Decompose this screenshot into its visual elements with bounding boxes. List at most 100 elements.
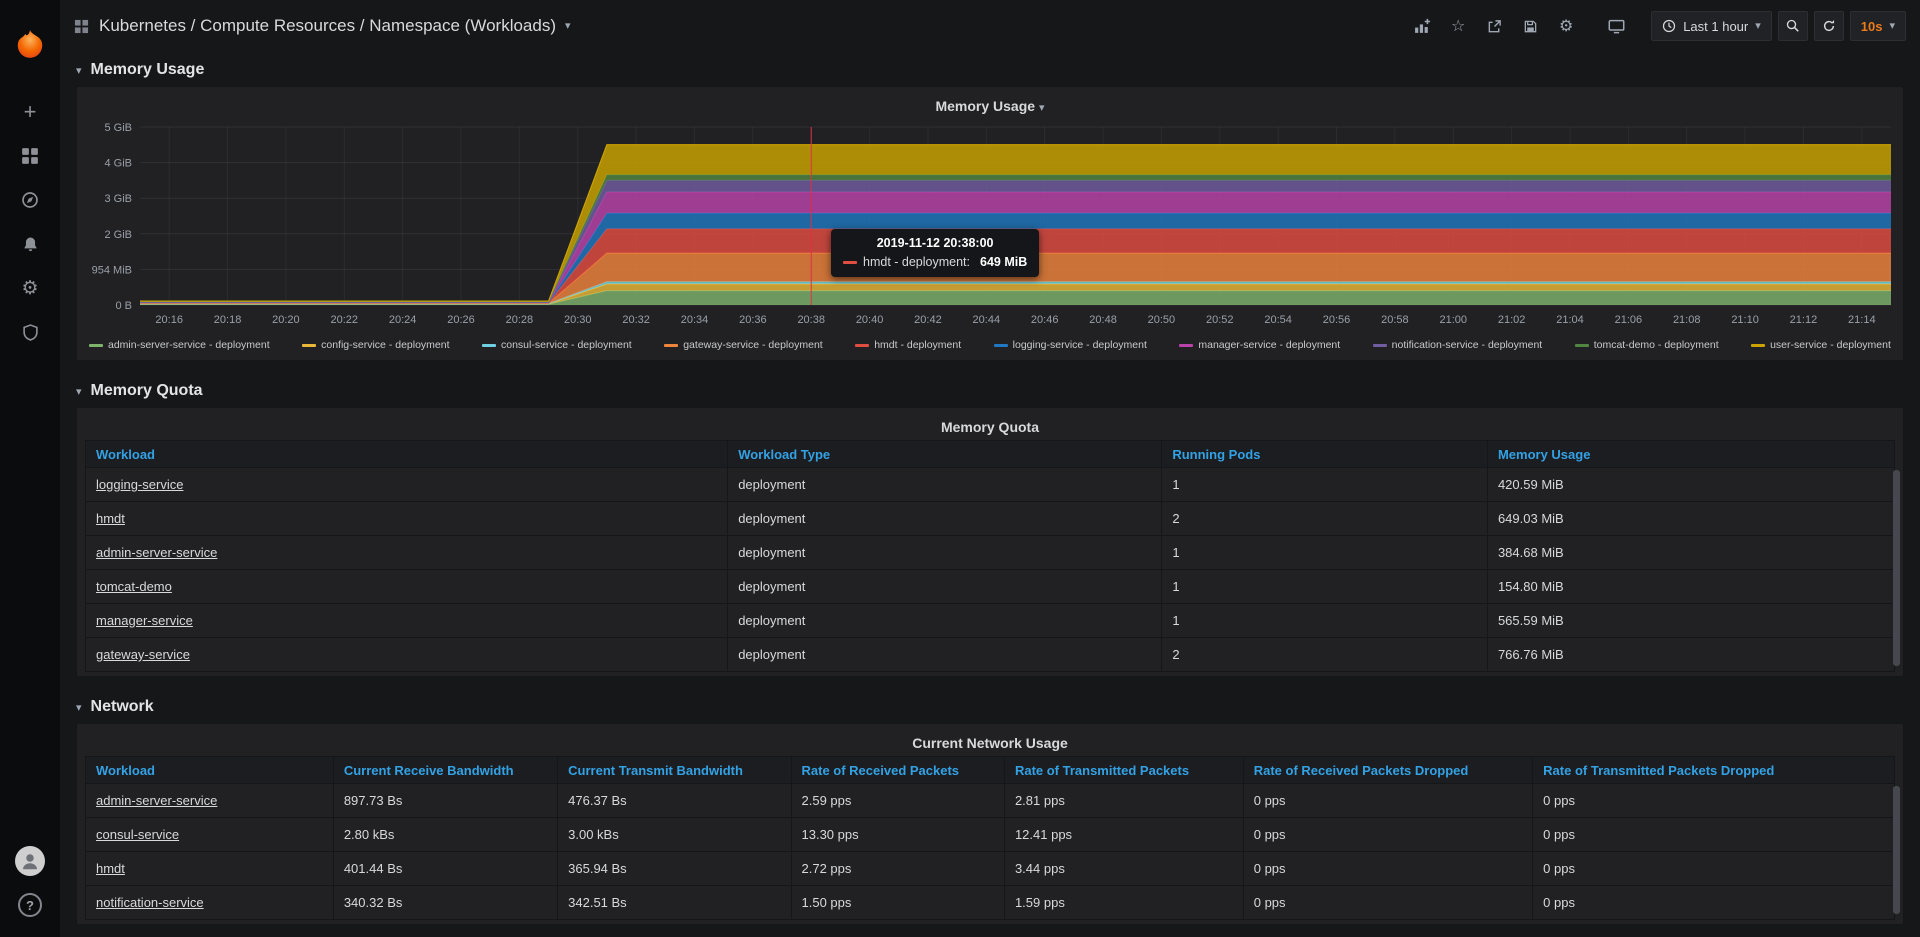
legend-item[interactable]: hmdt - deployment bbox=[855, 339, 961, 351]
sidebar-item-dashboards[interactable] bbox=[0, 134, 60, 178]
spacer bbox=[76, 361, 1904, 375]
legend-item[interactable]: notification-service - deployment bbox=[1373, 339, 1543, 351]
cell: 1.50 pps bbox=[791, 886, 1004, 920]
sidebar-item-help[interactable]: ? bbox=[0, 883, 60, 927]
chevron-down-icon: ▾ bbox=[76, 385, 82, 398]
column-header[interactable]: Rate of Transmitted Packets bbox=[1004, 757, 1243, 784]
section-memory-quota[interactable]: ▾ Memory Quota bbox=[76, 375, 1904, 407]
x-axis-tick: 20:34 bbox=[681, 314, 709, 326]
grafana-flame-icon bbox=[13, 28, 47, 62]
sidebar-item-server-admin[interactable] bbox=[0, 310, 60, 354]
legend-swatch bbox=[302, 344, 316, 347]
column-header[interactable]: Workload bbox=[86, 441, 728, 468]
cell: 565.59 MiB bbox=[1487, 604, 1894, 638]
sidebar-item-create[interactable]: + bbox=[0, 90, 60, 134]
add-panel-icon bbox=[1414, 18, 1431, 35]
legend-item[interactable]: config-service - deployment bbox=[302, 339, 449, 351]
refresh-button[interactable] bbox=[1814, 11, 1844, 41]
refresh-interval-label: 10s bbox=[1861, 19, 1883, 34]
x-axis-tick: 20:20 bbox=[272, 314, 300, 326]
sidebar-item-configuration[interactable]: ⚙ bbox=[0, 266, 60, 310]
column-header[interactable]: Running Pods bbox=[1162, 441, 1488, 468]
legend-item[interactable]: user-service - deployment bbox=[1751, 339, 1891, 351]
star-dashboard-button[interactable]: ☆ bbox=[1443, 11, 1473, 41]
cell: logging-service bbox=[86, 468, 728, 502]
panel-title-network-usage[interactable]: Current Network Usage bbox=[85, 730, 1895, 756]
cell: 476.37 Bs bbox=[558, 784, 791, 818]
section-network[interactable]: ▾ Network bbox=[76, 691, 1904, 723]
cell: 0 pps bbox=[1533, 784, 1895, 818]
share-dashboard-button[interactable] bbox=[1479, 11, 1509, 41]
x-axis-tick: 20:48 bbox=[1089, 314, 1117, 326]
column-header[interactable]: Rate of Received Packets Dropped bbox=[1243, 757, 1532, 784]
cell: admin-server-service bbox=[86, 784, 334, 818]
column-header[interactable]: Rate of Transmitted Packets Dropped bbox=[1533, 757, 1895, 784]
x-axis-tick: 21:06 bbox=[1615, 314, 1643, 326]
add-panel-button[interactable] bbox=[1407, 11, 1437, 41]
legend-item[interactable]: manager-service - deployment bbox=[1179, 339, 1340, 351]
workload-link[interactable]: consul-service bbox=[96, 827, 179, 842]
sidebar-item-profile[interactable] bbox=[0, 839, 60, 883]
legend-swatch bbox=[482, 344, 496, 347]
column-header[interactable]: Rate of Received Packets bbox=[791, 757, 1004, 784]
table-row: manager-servicedeployment1565.59 MiB bbox=[86, 604, 1895, 638]
sidebar-item-alerting[interactable] bbox=[0, 222, 60, 266]
cell: 897.73 Bs bbox=[333, 784, 557, 818]
cell: 766.76 MiB bbox=[1487, 638, 1894, 672]
cell: deployment bbox=[728, 570, 1162, 604]
cycle-view-button[interactable] bbox=[1601, 11, 1631, 41]
column-header[interactable]: Memory Usage bbox=[1487, 441, 1894, 468]
grafana-logo[interactable] bbox=[0, 0, 60, 90]
memory-usage-chart[interactable]: 0 B954 MiB2 GiB3 GiB4 GiB5 GiB20:1620:18… bbox=[85, 119, 1897, 331]
zoom-out-button[interactable] bbox=[1778, 11, 1808, 41]
section-title: Memory Quota bbox=[91, 382, 203, 400]
legend-swatch bbox=[1575, 344, 1589, 347]
workload-link[interactable]: admin-server-service bbox=[96, 545, 217, 560]
column-header[interactable]: Current Transmit Bandwidth bbox=[558, 757, 791, 784]
legend-item[interactable]: gateway-service - deployment bbox=[664, 339, 822, 351]
table-header-row: WorkloadWorkload TypeRunning PodsMemory … bbox=[86, 441, 1895, 468]
cell: 0 pps bbox=[1243, 852, 1532, 886]
workload-link[interactable]: notification-service bbox=[96, 895, 204, 910]
workload-link[interactable]: logging-service bbox=[96, 477, 183, 492]
legend-item[interactable]: logging-service - deployment bbox=[994, 339, 1147, 351]
cell: 420.59 MiB bbox=[1487, 468, 1894, 502]
chevron-down-icon: ▾ bbox=[76, 64, 82, 77]
cell: 0 pps bbox=[1533, 852, 1895, 886]
workload-link[interactable]: hmdt bbox=[96, 861, 125, 876]
save-dashboard-button[interactable] bbox=[1515, 11, 1545, 41]
section-memory-usage[interactable]: ▾ Memory Usage bbox=[76, 54, 1904, 86]
dashboard-title-dropdown[interactable]: Kubernetes / Compute Resources / Namespa… bbox=[99, 16, 571, 36]
workload-link[interactable]: admin-server-service bbox=[96, 793, 217, 808]
legend-item[interactable]: consul-service - deployment bbox=[482, 339, 632, 351]
workload-link[interactable]: tomcat-demo bbox=[96, 579, 172, 594]
memory-usage-panel: Memory Usage▾ 0 B954 MiB2 GiB3 GiB4 GiB5… bbox=[76, 86, 1904, 361]
legend-swatch bbox=[1179, 344, 1193, 347]
column-header[interactable]: Workload bbox=[86, 757, 334, 784]
column-header[interactable]: Current Receive Bandwidth bbox=[333, 757, 557, 784]
x-axis-tick: 21:14 bbox=[1848, 314, 1876, 326]
section-title: Memory Usage bbox=[91, 61, 205, 79]
column-header[interactable]: Workload Type bbox=[728, 441, 1162, 468]
workload-link[interactable]: gateway-service bbox=[96, 647, 190, 662]
x-axis-tick: 20:38 bbox=[797, 314, 825, 326]
legend-item[interactable]: tomcat-demo - deployment bbox=[1575, 339, 1719, 351]
cell: deployment bbox=[728, 536, 1162, 570]
refresh-icon bbox=[1822, 19, 1836, 33]
workload-link[interactable]: manager-service bbox=[96, 613, 193, 628]
refresh-interval-dropdown[interactable]: 10s ▾ bbox=[1850, 11, 1906, 41]
sidebar-item-explore[interactable] bbox=[0, 178, 60, 222]
cell: 1 bbox=[1162, 536, 1488, 570]
tooltip-value: 649 MiB bbox=[980, 255, 1027, 269]
shield-icon bbox=[22, 324, 39, 341]
scrollbar-thumb[interactable] bbox=[1893, 470, 1900, 666]
panel-title-memory-quota[interactable]: Memory Quota bbox=[85, 414, 1895, 440]
panel-title-memory-usage[interactable]: Memory Usage▾ bbox=[85, 93, 1895, 119]
panel-title-text: Memory Usage bbox=[935, 98, 1035, 114]
time-range-picker[interactable]: Last 1 hour ▾ bbox=[1651, 11, 1772, 41]
legend-item[interactable]: admin-server-service - deployment bbox=[89, 339, 270, 351]
dashboard-settings-button[interactable]: ⚙ bbox=[1551, 11, 1581, 41]
scrollbar-thumb[interactable] bbox=[1893, 786, 1900, 914]
spacer bbox=[76, 677, 1904, 691]
workload-link[interactable]: hmdt bbox=[96, 511, 125, 526]
